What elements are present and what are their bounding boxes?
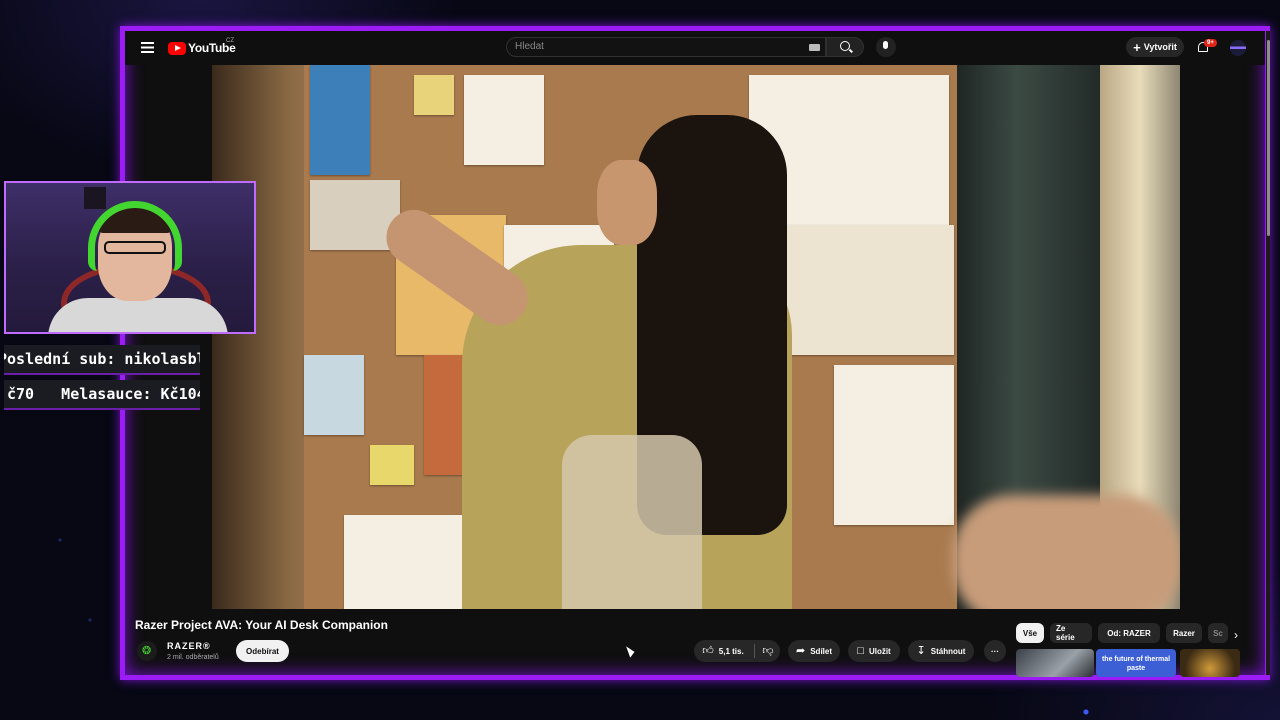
last-subscriber-label: Poslední sub: nikolasbla: [4, 345, 200, 375]
subscribe-button[interactable]: Odebírat: [236, 640, 289, 662]
search-icon: [840, 41, 850, 51]
more-dots-icon: ···: [991, 646, 999, 656]
bookmark-icon: □: [857, 644, 864, 657]
donations-label: č70 Melasauce: Kč104: [4, 380, 200, 410]
share-button[interactable]: ➦ Sdílet: [788, 640, 840, 662]
search-input[interactable]: [506, 37, 826, 57]
like-count: 5,1 tis.: [718, 646, 744, 656]
save-label: Uložit: [868, 646, 891, 656]
recommendation-thumbnail[interactable]: [1180, 649, 1240, 677]
search-placeholder: Hledat: [515, 41, 544, 52]
recommendation-thumbnail[interactable]: the future of thermal paste: [1096, 649, 1176, 677]
like-divider: [754, 644, 755, 658]
streamer-webcam: [4, 181, 256, 334]
plus-icon: +: [1133, 39, 1141, 55]
channel-name[interactable]: RAZER®: [167, 641, 211, 651]
download-label: Stáhnout: [930, 646, 966, 656]
scene-poster: [310, 65, 370, 175]
cam-streamer-shirt: [48, 298, 228, 332]
microphone-icon: [883, 41, 888, 49]
keyboard-icon[interactable]: [809, 44, 820, 51]
scene-note: [370, 445, 414, 485]
chip-all[interactable]: Vše: [1016, 623, 1044, 643]
create-label: Vytvořit: [1143, 42, 1177, 52]
subscriber-count: 2 mil. odběratelů: [167, 654, 219, 661]
notification-badge: 9+: [1204, 39, 1217, 47]
scene-note: [774, 225, 954, 355]
thumbnail-text: the future of thermal paste: [1101, 656, 1171, 672]
razer-logo-icon: ❂: [142, 645, 152, 657]
scene-chair: [562, 435, 702, 609]
thumbs-down-icon: 👎︎: [762, 644, 774, 657]
cam-background-object: [84, 187, 106, 209]
cam-glasses: [104, 241, 166, 254]
video-title: Razer Project AVA: Your AI Desk Companio…: [135, 618, 388, 632]
scene-hand-blur: [952, 495, 1180, 609]
more-actions-button[interactable]: ···: [984, 640, 1006, 662]
create-button[interactable]: + Vytvořit: [1126, 37, 1184, 57]
scrollbar-thumb[interactable]: [1267, 40, 1270, 236]
last-subscriber-text: Poslední sub: nikolasbla: [4, 350, 200, 368]
scene-note: [304, 355, 364, 435]
save-button[interactable]: □ Uložit: [848, 640, 900, 662]
scene-note: [464, 75, 544, 165]
country-code: CZ: [226, 38, 234, 44]
share-icon: ➦: [796, 644, 806, 657]
chip-from-channel[interactable]: Od: RAZER: [1098, 623, 1160, 643]
share-label: Sdílet: [810, 646, 832, 656]
like-button[interactable]: 👍︎ 5,1 tis.: [694, 640, 752, 662]
scene-note: [834, 365, 954, 525]
scene-person-face: [597, 160, 657, 245]
chip-from-series[interactable]: Ze série: [1050, 623, 1092, 643]
headset-icon: [88, 201, 182, 271]
thumbs-up-icon: 👍︎: [702, 644, 714, 657]
account-avatar[interactable]: [1230, 40, 1246, 56]
download-button[interactable]: ↧ Stáhnout: [908, 640, 974, 662]
recommendation-thumbnail[interactable]: [1016, 649, 1094, 677]
youtube-play-icon: [168, 41, 186, 55]
chevron-right-icon[interactable]: ›: [1234, 628, 1238, 642]
download-icon: ↧: [916, 644, 926, 657]
donations-text: č70 Melasauce: Kč104: [7, 385, 200, 403]
hamburger-menu-icon[interactable]: [141, 42, 154, 53]
scene-note: [414, 75, 454, 115]
chip-razer[interactable]: Razer: [1166, 623, 1202, 643]
dislike-button[interactable]: 👎︎: [756, 640, 780, 662]
video-player[interactable]: [212, 65, 1180, 609]
chip-partial[interactable]: Sc: [1208, 623, 1228, 643]
